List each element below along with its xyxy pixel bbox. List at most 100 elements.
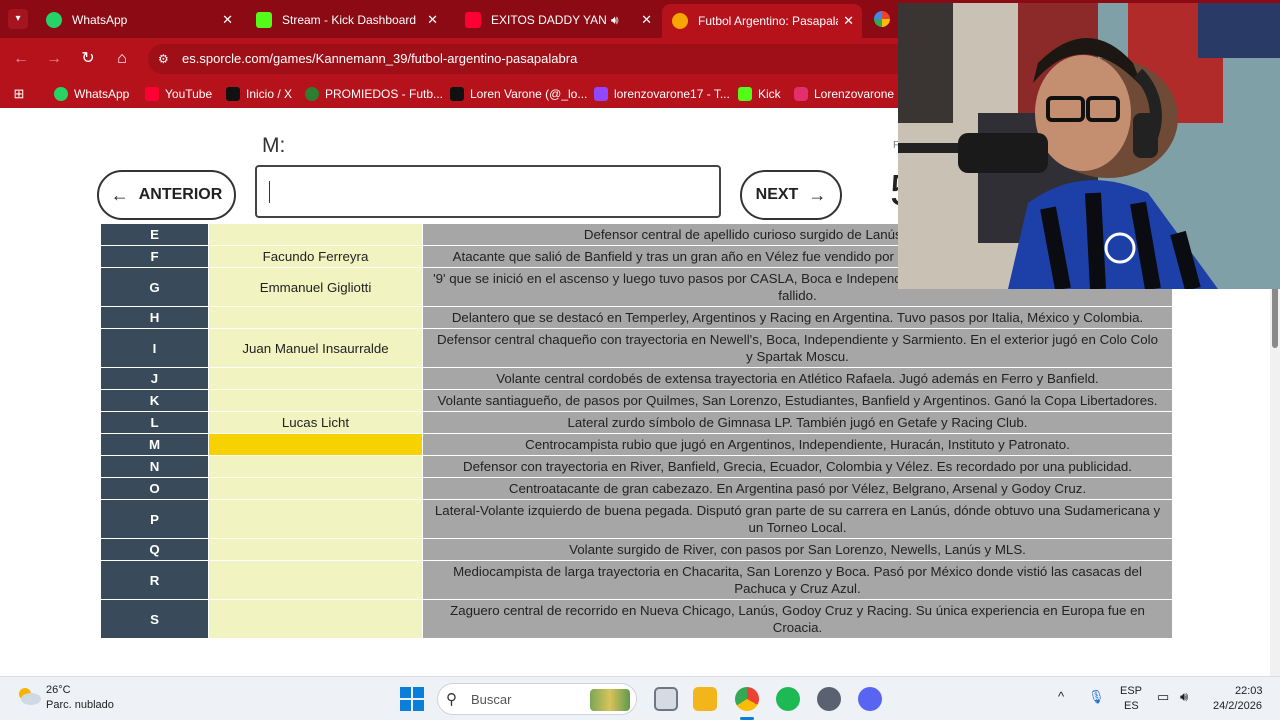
row-answer [208,389,423,412]
quiz-row-l: L Lucas Licht Lateral zurdo símbolo de Gim… [100,411,1173,434]
search-label: Buscar [471,692,512,707]
taskbar-search[interactable]: ⚲ Buscar [437,683,637,715]
url-field[interactable]: ⚙ es.sporcle.com/games/Kannemann_39/futb… [148,44,908,74]
row-answer [208,538,423,561]
bookmark-label: Kick [758,87,781,101]
sporcle-icon [672,13,688,29]
row-letter: K [100,389,209,412]
spotify-icon[interactable] [776,687,800,711]
current-letter-label: M: [262,134,286,157]
reload-icon[interactable]: ↻ [78,49,98,69]
next-button[interactable]: NEXT → [740,170,842,220]
row-clue: Centrocampista rubio que jugó en Argenti… [422,433,1173,456]
row-letter: N [100,455,209,478]
volume-icon[interactable]: 🔊︎ [1180,689,1188,705]
row-answer [208,223,423,246]
row-clue: Volante central cordobés de extensa tray… [422,367,1173,390]
google-tab-icon[interactable] [874,11,890,27]
language-top[interactable]: ESP [1120,685,1142,697]
row-clue: Volante surgido de River, con pasos por … [422,538,1173,561]
quiz-row-k: K Volante santiagueño, de pasos por Quilm… [100,389,1173,412]
row-answer: Facundo Ferreyra [208,245,423,268]
whatsapp-icon [46,12,62,28]
site-info-icon[interactable]: ⚙ [158,52,169,66]
bookmark-x[interactable]: Inicio / X [226,85,292,103]
audio-playing-icon[interactable]: 🔊︎ [611,13,619,28]
tab-sporcle-active[interactable]: Futbol Argentino: Pasapalabra ✕ [662,4,862,38]
network-icon[interactable]: ▭ [1157,689,1169,705]
bookmark-youtube[interactable]: YouTube [145,85,212,103]
apps-grid-icon[interactable]: ⊞ [9,84,29,104]
discord-icon[interactable] [858,687,882,711]
x-logo-icon [226,87,240,101]
tab-youtube[interactable]: EXITOS DADDY YANKEE 🔊︎ ✕ [455,6,660,34]
game-app-icon[interactable] [817,687,841,711]
kick-icon [256,12,272,28]
task-view-icon[interactable] [654,687,678,711]
bookmark-promiedos[interactable]: PROMIEDOS - Futb... [305,85,443,103]
bookmark-label: WhatsApp [74,87,130,101]
text-caret [269,181,270,203]
bookmark-whatsapp[interactable]: WhatsApp [54,85,129,103]
quiz-row-i: I Juan Manuel Insaurralde Defensor central… [100,328,1173,368]
tab-kick[interactable]: Stream - Kick Dashboard ✕ [246,6,446,34]
url-text: es.sporcle.com/games/Kannemann_39/futbol… [182,51,578,66]
twitch-icon [594,87,608,101]
answer-input[interactable] [255,165,721,218]
language-bottom[interactable]: ES [1124,700,1139,712]
row-clue: Zaguero central de recorrido en Nueva Ch… [422,599,1173,639]
tab-title: Futbol Argentino: Pasapalabra [698,14,838,28]
tab-search-button[interactable]: ▾ [8,9,28,29]
close-tab-icon[interactable]: ✕ [641,12,652,28]
bookmark-label: PROMIEDOS - Futb... [325,87,444,101]
streamer-camera-image [898,3,1280,289]
bookmark-label: YouTube [165,87,213,101]
clock-time[interactable]: 22:03 [1235,685,1263,697]
close-tab-icon[interactable]: ✕ [222,12,233,28]
bookmark-twitch[interactable]: lorenzovarone17 - T... [594,85,730,103]
home-icon[interactable]: ⌂ [112,49,132,69]
row-letter: Q [100,538,209,561]
row-clue: Defensor central chaqueño con trayectori… [422,328,1173,368]
close-tab-icon[interactable]: ✕ [843,13,854,29]
row-letter: J [100,367,209,390]
youtube-icon [145,87,159,101]
bookmark-instagram[interactable]: Lorenzovarone (l [794,85,904,103]
row-answer: Juan Manuel Insaurralde [208,328,423,368]
row-letter: H [100,306,209,329]
row-letter: F [100,245,209,268]
chrome-icon[interactable] [735,687,759,711]
row-letter: M [100,433,209,456]
back-arrow-icon[interactable]: ← [11,49,31,69]
row-letter: L [100,411,209,434]
file-explorer-icon[interactable] [693,687,717,711]
bookmark-label: lorenzovarone17 - T... [614,87,730,101]
weather-cloudy-icon[interactable] [16,686,42,706]
tiktok-icon [450,87,464,101]
row-letter: P [100,499,209,539]
row-letter: G [100,267,209,307]
tab-title: WhatsApp [72,13,128,27]
row-letter: R [100,560,209,600]
search-highlight-image [590,689,630,711]
bookmark-tiktok[interactable]: Loren Varone (@_lo... [450,85,587,103]
tab-title: Stream - Kick Dashboard [282,13,417,27]
quiz-row-s: S Zaguero central de recorrido en Nueva C… [100,599,1173,639]
chevron-up-icon[interactable]: ^ [1058,689,1064,704]
weather-temperature[interactable]: 26°C [46,684,71,696]
row-letter: S [100,599,209,639]
row-clue: Mediocampista de larga trayectoria en Ch… [422,560,1173,600]
tab-whatsapp[interactable]: WhatsApp ✕ [36,6,241,34]
row-answer [208,477,423,500]
instagram-icon [794,87,808,101]
windows-start-icon[interactable] [400,687,424,711]
webcam-overlay [898,3,1280,289]
close-tab-icon[interactable]: ✕ [427,12,438,28]
bookmark-kick[interactable]: Kick [738,85,781,103]
weather-description[interactable]: Parc. nublado [46,699,114,711]
arrow-left-icon: ← [110,184,129,205]
clock-date[interactable]: 24/2/2026 [1213,700,1262,712]
forward-arrow-icon[interactable]: → [44,49,64,69]
previous-button[interactable]: ← ANTERIOR [97,170,236,220]
microphone-icon[interactable]: 🎙︎ [1088,689,1105,705]
